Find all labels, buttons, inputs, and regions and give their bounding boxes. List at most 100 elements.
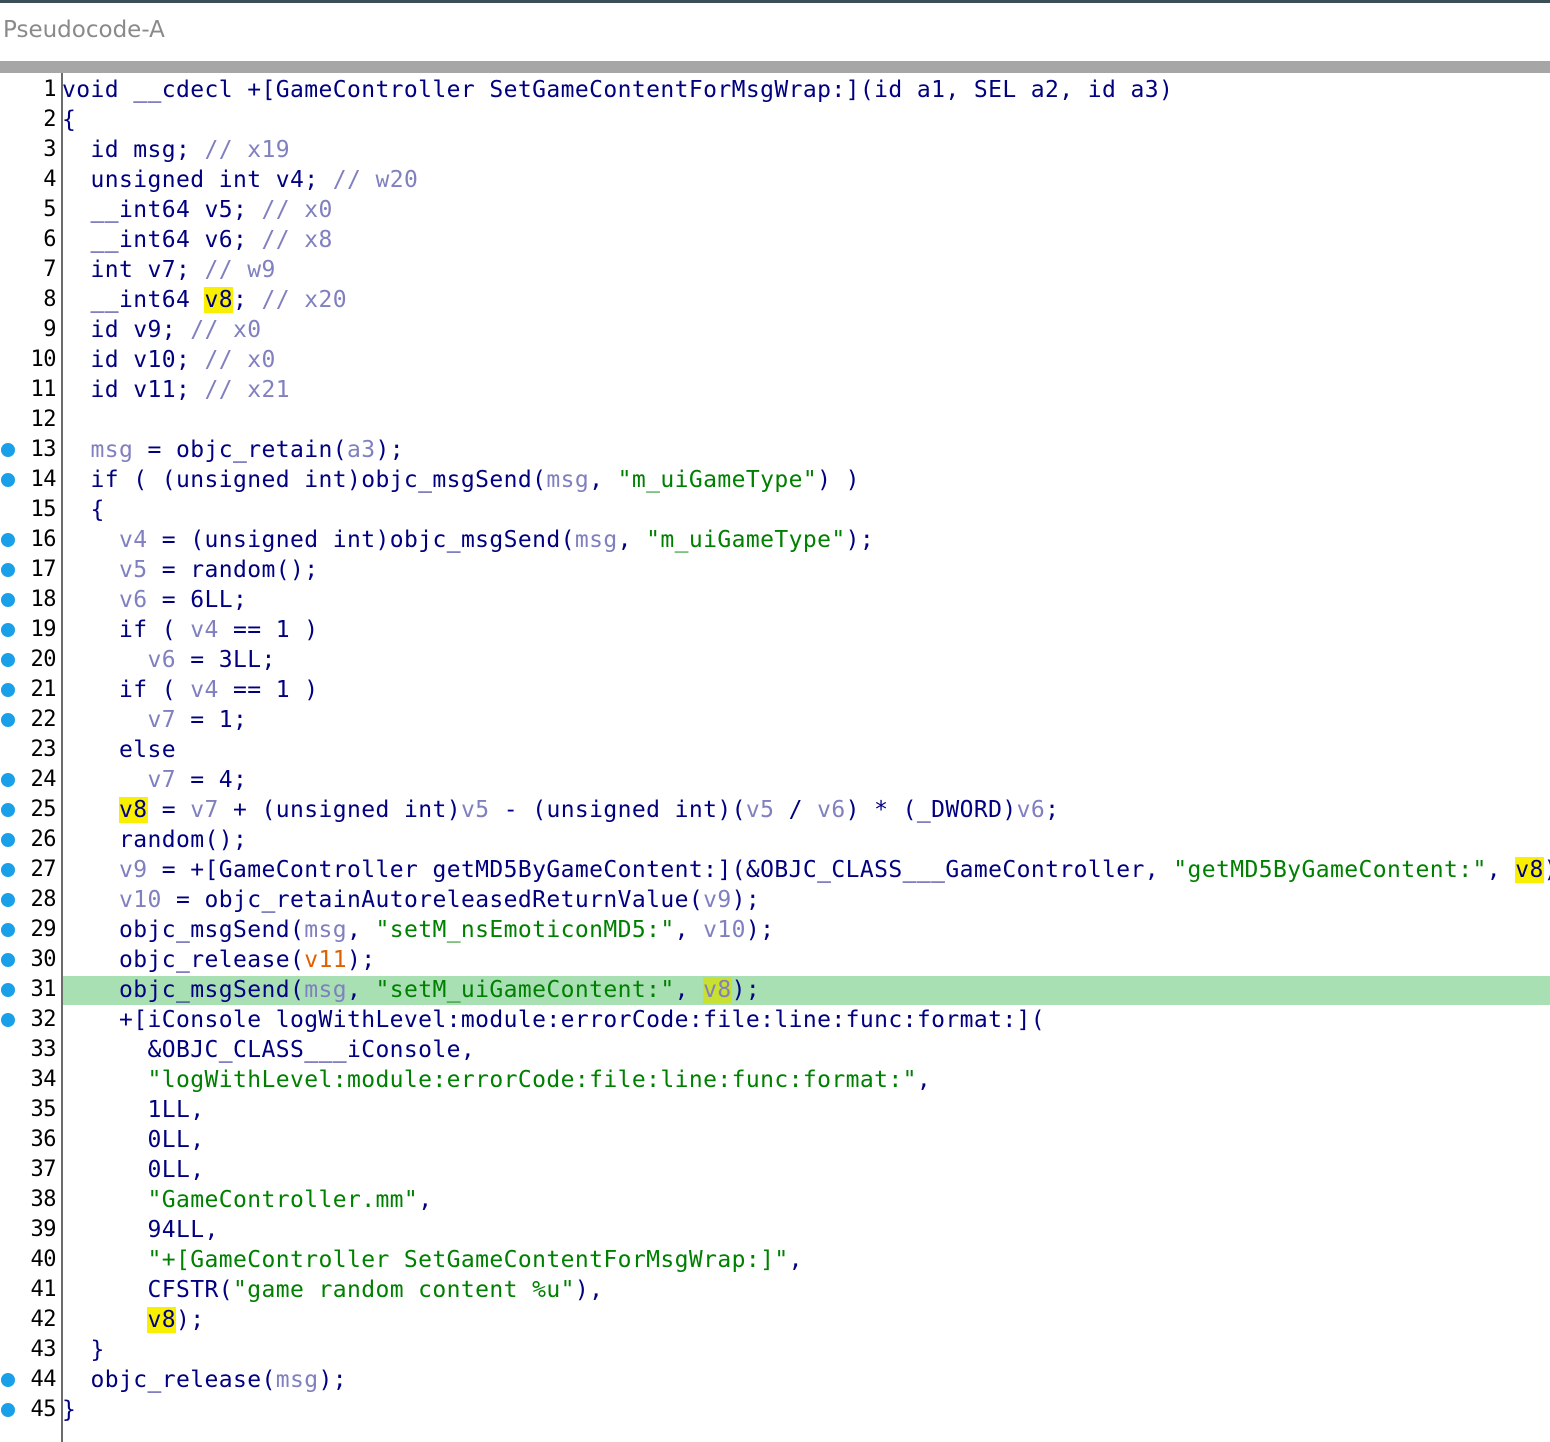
code-line[interactable]: 31 objc_msgSend(msg, "setM_uiGameContent…: [0, 975, 1550, 1005]
code-token: "GameController.mm": [147, 1187, 419, 1213]
code-text[interactable]: __int64 v5; // x0: [62, 197, 333, 223]
code-text[interactable]: 0LL,: [62, 1157, 204, 1183]
code-token: "+[GameController SetGameContentForMsgWr…: [147, 1247, 789, 1273]
code-line[interactable]: 14 if ( (unsigned int)objc_msgSend(msg, …: [0, 465, 1550, 495]
code-text[interactable]: __int64 v6; // x8: [62, 227, 333, 253]
code-line[interactable]: 18 v6 = 6LL;: [0, 585, 1550, 615]
code-text[interactable]: &OBJC_CLASS___iConsole,: [62, 1037, 475, 1063]
code-line[interactable]: 35 1LL,: [0, 1095, 1550, 1125]
code-line[interactable]: 9 id v9; // x0: [0, 315, 1550, 345]
code-text[interactable]: +[iConsole logWithLevel:module:errorCode…: [62, 1007, 1045, 1033]
code-text[interactable]: v7 = 4;: [62, 767, 247, 793]
code-text[interactable]: id msg; // x19: [62, 137, 290, 163]
code-text[interactable]: msg = objc_retain(a3);: [62, 437, 404, 463]
code-line[interactable]: 7 int v7; // w9: [0, 255, 1550, 285]
code-line[interactable]: 32 +[iConsole logWithLevel:module:errorC…: [0, 1005, 1550, 1035]
code-text[interactable]: objc_msgSend(msg, "setM_nsEmoticonMD5:",…: [62, 917, 774, 943]
code-text[interactable]: else: [62, 737, 176, 763]
code-line[interactable]: 10 id v10; // x0: [0, 345, 1550, 375]
code-text[interactable]: }: [62, 1397, 76, 1423]
code-line[interactable]: 6 __int64 v6; // x8: [0, 225, 1550, 255]
code-line[interactable]: 36 0LL,: [0, 1125, 1550, 1155]
code-line[interactable]: 33 &OBJC_CLASS___iConsole,: [0, 1035, 1550, 1065]
code-token: ) * (_DWORD): [845, 797, 1017, 823]
code-line[interactable]: 42 v8);: [0, 1305, 1550, 1335]
code-line[interactable]: 11 id v11; // x21: [0, 375, 1550, 405]
code-line[interactable]: 30 objc_release(v11);: [0, 945, 1550, 975]
line-number: 45: [30, 1397, 57, 1422]
code-line[interactable]: 27 v9 = +[GameController getMD5ByGameCon…: [0, 855, 1550, 885]
code-text[interactable]: v8);: [62, 1307, 204, 1333]
code-text[interactable]: objc_release(msg);: [62, 1367, 347, 1393]
code-text[interactable]: 0LL,: [62, 1127, 204, 1153]
code-token: id v10;: [62, 347, 205, 373]
code-text[interactable]: 94LL,: [62, 1217, 219, 1243]
code-text[interactable]: objc_msgSend(msg, "setM_uiGameContent:",…: [62, 977, 760, 1003]
code-text[interactable]: random();: [62, 827, 247, 853]
code-line[interactable]: 12: [0, 405, 1550, 435]
code-text[interactable]: __int64 v8; // x20: [62, 287, 347, 313]
code-line[interactable]: 5 __int64 v5; // x0: [0, 195, 1550, 225]
code-text[interactable]: if ( v4 == 1 ): [62, 617, 318, 643]
line-number: 21: [30, 677, 57, 702]
code-text[interactable]: {: [62, 497, 105, 523]
code-line[interactable]: 1 void __cdecl +[GameController SetGameCo…: [0, 75, 1550, 105]
code-text[interactable]: int v7; // w9: [62, 257, 276, 283]
code-line[interactable]: 44 objc_release(msg);: [0, 1365, 1550, 1395]
code-text[interactable]: v10 = objc_retainAutoreleasedReturnValue…: [62, 887, 760, 913]
code-line[interactable]: 45}: [0, 1395, 1550, 1425]
code-line[interactable]: 41 CFSTR("game random content %u"),: [0, 1275, 1550, 1305]
code-token: int v7;: [62, 257, 205, 283]
code-line[interactable]: 8 __int64 v8; // x20: [0, 285, 1550, 315]
code-text[interactable]: v8 = v7 + (unsigned int)v5 - (unsigned i…: [62, 797, 1059, 823]
code-text[interactable]: v9 = +[GameController getMD5ByGameConten…: [62, 857, 1550, 883]
code-text[interactable]: "GameController.mm",: [62, 1187, 432, 1213]
code-line[interactable]: 4 unsigned int v4; // w20: [0, 165, 1550, 195]
code-text[interactable]: unsigned int v4; // w20: [62, 167, 418, 193]
code-text[interactable]: 1LL,: [62, 1097, 204, 1123]
code-text[interactable]: id v11; // x21: [62, 377, 290, 403]
code-line[interactable]: 20 v6 = 3LL;: [0, 645, 1550, 675]
title-bar[interactable]: Pseudocode-A: [0, 3, 1550, 61]
code-text[interactable]: v7 = 1;: [62, 707, 247, 733]
code-line[interactable]: 24 v7 = 4;: [0, 765, 1550, 795]
code-text[interactable]: v6 = 3LL;: [62, 647, 276, 673]
code-text[interactable]: void __cdecl +[GameController SetGameCon…: [62, 77, 1173, 103]
code-text[interactable]: v4 = (unsigned int)objc_msgSend(msg, "m_…: [62, 527, 874, 553]
code-text[interactable]: id v10; // x0: [62, 347, 276, 373]
code-text[interactable]: CFSTR("game random content %u"),: [62, 1277, 603, 1303]
code-line[interactable]: 23 else: [0, 735, 1550, 765]
code-line[interactable]: 25 v8 = v7 + (unsigned int)v5 - (unsigne…: [0, 795, 1550, 825]
code-line[interactable]: 40 "+[GameController SetGameContentForMs…: [0, 1245, 1550, 1275]
code-text[interactable]: if ( (unsigned int)objc_msgSend(msg, "m_…: [62, 467, 860, 493]
code-line[interactable]: 37 0LL,: [0, 1155, 1550, 1185]
code-token: = 3LL;: [175, 647, 276, 673]
code-text[interactable]: objc_release(v11);: [62, 947, 375, 973]
code-line[interactable]: 17 v5 = random();: [0, 555, 1550, 585]
code-line[interactable]: 43 }: [0, 1335, 1550, 1365]
code-line[interactable]: 2{: [0, 105, 1550, 135]
code-text[interactable]: v5 = random();: [62, 557, 318, 583]
code-line[interactable]: 16 v4 = (unsigned int)objc_msgSend(msg, …: [0, 525, 1550, 555]
code-line[interactable]: 22 v7 = 1;: [0, 705, 1550, 735]
code-line[interactable]: 21 if ( v4 == 1 ): [0, 675, 1550, 705]
code-line[interactable]: 3 id msg; // x19: [0, 135, 1550, 165]
code-line[interactable]: 28 v10 = objc_retainAutoreleasedReturnVa…: [0, 885, 1550, 915]
code-text[interactable]: "+[GameController SetGameContentForMsgWr…: [62, 1247, 803, 1273]
code-line[interactable]: 39 94LL,: [0, 1215, 1550, 1245]
code-text[interactable]: if ( v4 == 1 ): [62, 677, 318, 703]
code-text[interactable]: id v9; // x0: [62, 317, 261, 343]
code-line[interactable]: 38 "GameController.mm",: [0, 1185, 1550, 1215]
code-token: {: [62, 107, 77, 133]
code-text[interactable]: }: [62, 1337, 105, 1363]
code-line[interactable]: 15 {: [0, 495, 1550, 525]
code-line[interactable]: 29 objc_msgSend(msg, "setM_nsEmoticonMD5…: [0, 915, 1550, 945]
code-text[interactable]: v6 = 6LL;: [62, 587, 247, 613]
code-line[interactable]: 34 "logWithLevel:module:errorCode:file:l…: [0, 1065, 1550, 1095]
code-line[interactable]: 19 if ( v4 == 1 ): [0, 615, 1550, 645]
code-text[interactable]: {: [62, 107, 76, 133]
code-token: = 1;: [175, 707, 248, 733]
code-line[interactable]: 26 random();: [0, 825, 1550, 855]
code-line[interactable]: 13 msg = objc_retain(a3);: [0, 435, 1550, 465]
code-text[interactable]: "logWithLevel:module:errorCode:file:line…: [62, 1067, 931, 1093]
